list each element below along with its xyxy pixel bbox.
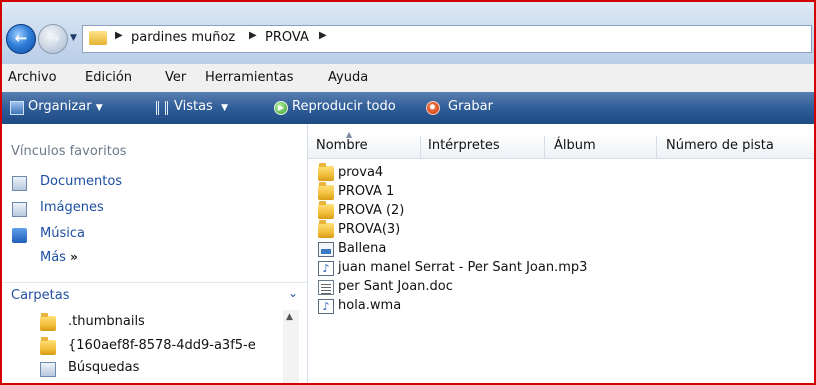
audio-file-icon: ♪ [318,299,334,314]
folder-icon [318,201,334,219]
column-header-album[interactable]: Álbum [554,138,596,153]
views-icon [156,101,168,115]
breadcrumb-item[interactable]: PROVA [265,30,309,45]
address-toolbar: ← → ▼ ▶ pardines muñoz ▶ PROVA ▶ [2,2,814,64]
folders-header-label: Carpetas [11,288,70,303]
views-label: Vistas [174,99,213,114]
file-name: per Sant Joan.doc [338,279,453,294]
play-all-button[interactable]: Reproducir todo [292,99,396,114]
image-file-icon [318,242,334,257]
audio-file-icon: ♪ [318,261,334,276]
folder-icon [318,220,334,238]
file-name: PROVA (2) [338,203,405,218]
play-icon: ▶ [274,101,288,115]
chevron-down-icon: ▼ [221,103,229,113]
column-divider[interactable] [544,136,545,158]
folder-icon [318,163,334,181]
organize-icon [10,101,24,115]
command-bar: Organizar ▼ Vistas ▼ ▶ Reproducir todo G… [2,92,814,125]
menu-ayuda[interactable]: Ayuda [328,70,368,85]
breadcrumb-chevron-icon[interactable]: ▶ [249,30,257,41]
column-divider[interactable] [656,136,657,158]
music-icon [12,228,27,243]
document-file-icon [318,280,334,295]
folders-header[interactable]: Carpetas ⌄ [2,282,307,309]
more-label: Más [40,250,66,265]
column-header-numero-de-pista[interactable]: Número de pista [666,138,774,153]
menu-edicion[interactable]: Edición [85,70,132,85]
file-name: Ballena [338,241,387,256]
chevron-down-icon: ▼ [95,103,103,113]
search-folder-icon [40,362,56,377]
file-name: PROVA(3) [338,222,401,237]
back-arrow-icon: ← [14,29,28,47]
favorite-link-label: Imágenes [40,200,104,215]
folder-tree-scrollbar[interactable]: ▲ [283,310,299,383]
views-button[interactable]: Vistas ▼ [174,99,228,114]
menu-archivo[interactable]: Archivo [8,70,57,85]
menu-ver[interactable]: Ver [165,70,186,85]
folder-icon [40,313,56,331]
organize-label: Organizar [28,99,92,114]
breadcrumb-chevron-icon[interactable]: ▶ [319,30,327,41]
column-divider[interactable] [420,136,421,158]
file-list: ▲ Nombre Intérpretes Álbum Número de pis… [308,124,814,383]
column-headers: ▲ Nombre Intérpretes Álbum Número de pis… [308,130,814,159]
file-name: PROVA 1 [338,184,395,199]
menu-herramientas[interactable]: Herramientas [205,70,294,85]
chevron-down-icon: ⌄ [288,286,299,300]
breadcrumb-chevron-icon[interactable]: ▶ [115,30,123,41]
folder-icon [40,337,56,355]
history-dropdown-icon[interactable]: ▼ [70,33,77,43]
burn-disc-icon [426,101,440,115]
column-header-nombre[interactable]: Nombre [316,138,368,153]
explorer-window: ← → ▼ ▶ pardines muñoz ▶ PROVA ▶ Archivo… [0,0,816,385]
documents-icon [12,176,27,191]
column-header-interpretes[interactable]: Intérpretes [428,138,500,153]
navigation-pane: Vínculos favoritos Documentos Imágenes M… [2,124,308,383]
folder-icon [89,31,107,45]
favorite-links-header: Vínculos favoritos [11,144,127,159]
back-button[interactable]: ← [6,24,36,54]
menu-bar: Archivo Edición Ver Herramientas Ayuda [2,64,814,93]
more-links-button[interactable]: Más » [40,250,78,265]
organize-button[interactable]: Organizar ▼ [28,99,103,114]
scroll-up-icon[interactable]: ▲ [286,312,293,322]
forward-arrow-icon: → [46,29,60,47]
folder-icon [318,182,334,200]
file-name: prova4 [338,165,384,180]
pictures-icon [12,202,27,217]
address-bar[interactable]: ▶ pardines muñoz ▶ PROVA ▶ [82,25,812,53]
burn-button[interactable]: Grabar [448,99,493,114]
double-chevron-icon: » [70,250,78,264]
favorite-link-label: Música [40,226,85,241]
favorite-link-label: Documentos [40,174,123,189]
breadcrumb-item[interactable]: pardines muñoz [131,30,235,45]
forward-button[interactable]: → [38,24,68,54]
tree-item-label: {160aef8f-8578-4dd9-a3f5-e [68,338,256,353]
tree-item-label: .thumbnails [68,314,145,329]
tree-item-label: Búsquedas [68,360,140,375]
file-name: hola.wma [338,298,402,313]
file-name: juan manel Serrat - Per Sant Joan.mp3 [338,260,588,275]
